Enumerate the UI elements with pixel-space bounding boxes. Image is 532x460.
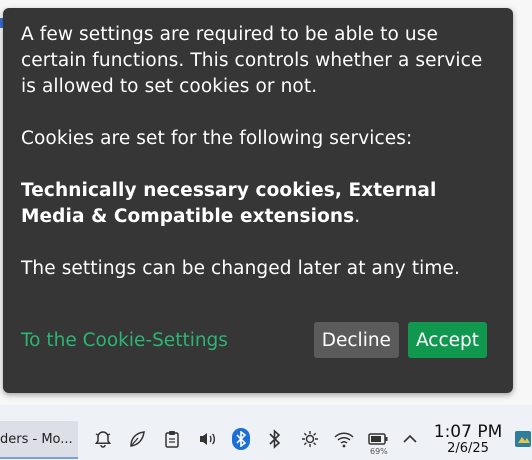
taskbar: ders - Mo... 69% 1:07 PM 2/6/25 (0, 419, 532, 460)
bluetooth-alt-icon[interactable] (264, 428, 286, 450)
decline-button[interactable]: Decline (313, 322, 399, 358)
cookie-consent-dialog: A few settings are required to be able t… (3, 8, 513, 393)
speaker-icon[interactable] (196, 428, 218, 450)
system-clock[interactable]: 1:07 PM 2/6/25 (430, 423, 506, 457)
battery-percent: 69% (370, 447, 388, 456)
cookie-actions: To the Cookie-Settings Decline Accept (21, 322, 487, 358)
notifications-icon[interactable] (92, 428, 114, 450)
bluetooth-icon[interactable] (230, 428, 252, 450)
cookie-settings-note: The settings can be changed later at any… (21, 258, 461, 279)
cookie-intro-text: A few settings are required to be able t… (21, 24, 483, 97)
app-icon[interactable] (514, 429, 532, 449)
chevron-up-icon[interactable] (399, 428, 421, 450)
cookie-settings-link[interactable]: To the Cookie-Settings (21, 330, 228, 351)
leaf-icon[interactable] (126, 428, 148, 450)
cookie-services-names: Technically necessary cookies, External … (21, 180, 437, 227)
clock-time: 1:07 PM (433, 422, 503, 442)
clipboard-icon[interactable] (161, 428, 183, 450)
accept-button[interactable]: Accept (407, 322, 487, 358)
wifi-icon[interactable] (333, 428, 355, 450)
taskbar-active-window[interactable]: ders - Mo... (0, 421, 78, 459)
cookie-services-list: Technically necessary cookies, External … (21, 178, 495, 230)
cookie-services-heading: Cookies are set for the following servic… (21, 128, 413, 149)
cookie-services-period: . (354, 206, 361, 227)
brightness-icon[interactable] (299, 428, 321, 450)
screen: A few settings are required to be able t… (0, 0, 532, 460)
clock-date: 2/6/25 (447, 441, 489, 456)
